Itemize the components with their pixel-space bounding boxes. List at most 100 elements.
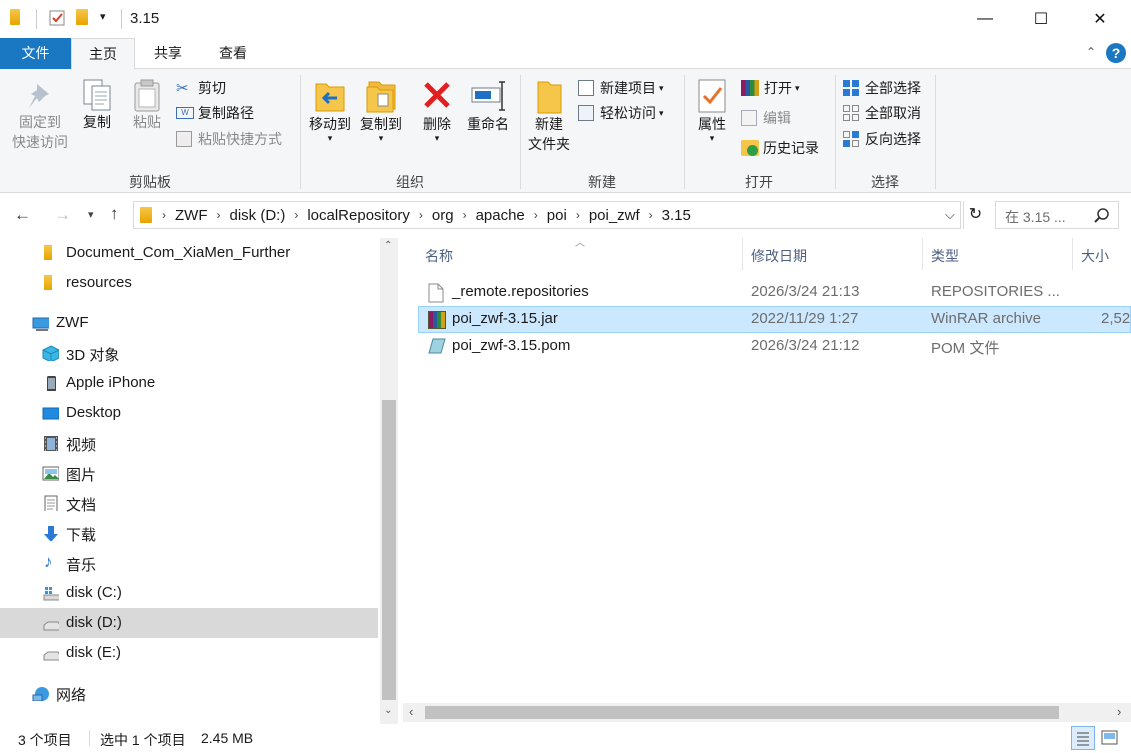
column-header-type[interactable]: 类型 (931, 246, 959, 266)
breadcrumb-item[interactable]: ZWF (175, 207, 207, 224)
copy-icon (83, 79, 111, 111)
horizontal-scrollbar[interactable]: ‹ › (403, 703, 1131, 722)
nav-item-this-pc[interactable]: ZWF (0, 308, 378, 338)
breadcrumb-item[interactable]: apache (476, 207, 525, 224)
nav-item-downloads[interactable]: 下载 (0, 518, 378, 548)
scroll-left-icon[interactable]: ‹ (409, 704, 413, 719)
properties-quick-icon[interactable] (48, 9, 65, 27)
file-row[interactable]: poi_zwf-3.15.pom 2026/3/24 21:12 POM 文件 (418, 333, 1131, 360)
tab-home[interactable]: 主页 (71, 38, 135, 70)
nav-item-3d-objects[interactable]: 3D 对象 (0, 338, 378, 368)
easy-access-button[interactable]: 轻松访问 ▾ (578, 101, 664, 125)
breadcrumb-item[interactable]: poi_zwf (589, 207, 640, 224)
copy-path-icon: W (176, 107, 194, 119)
file-row-selected[interactable]: poi_zwf-3.15.jar 2022/11/29 1:27 WinRAR … (418, 306, 1131, 333)
nav-item-resources[interactable]: resources (0, 268, 378, 298)
refresh-icon[interactable]: ↻ (963, 201, 987, 229)
select-none-button[interactable]: 全部取消 (843, 101, 921, 125)
new-item-button[interactable]: 新建项目 ▾ (578, 76, 664, 100)
nav-item-disk-c[interactable]: disk (C:) (0, 578, 378, 608)
pin-quick-access-button[interactable]: 固定到 快速访问 (8, 80, 72, 152)
column-header-date[interactable]: 修改日期 (751, 246, 807, 266)
nav-item-document-com[interactable]: Document_Com_XiaMen_Further (0, 238, 378, 268)
details-view-icon[interactable] (1071, 726, 1095, 750)
history-button[interactable]: 历史记录 (741, 136, 819, 160)
address-dropdown-chevron-icon[interactable]: ⌵ (945, 207, 955, 223)
new-item-label: 新建项目 (600, 80, 656, 96)
window-title: 3.15 (130, 10, 160, 27)
open-button[interactable]: 打开 ▾ (741, 76, 800, 100)
winrar-icon (741, 80, 759, 96)
new-folder-quick-icon[interactable] (76, 9, 92, 27)
breadcrumb-item[interactable]: org (432, 207, 454, 224)
new-folder-button[interactable]: 新建 文件夹 (524, 78, 574, 154)
edit-button[interactable]: 编辑 (741, 106, 791, 130)
column-header-name[interactable]: 名称 (425, 246, 453, 266)
column-divider[interactable] (1072, 238, 1073, 270)
breadcrumb-item[interactable]: disk (D:) (229, 207, 285, 224)
paste-button[interactable]: 粘贴 (126, 78, 168, 132)
customize-quick-access-icon[interactable]: ▾ (100, 10, 106, 23)
column-divider[interactable] (742, 238, 743, 270)
move-to-button[interactable]: 移动到 ▾ (305, 78, 355, 143)
copy-path-button[interactable]: W 复制路径 (176, 101, 254, 125)
computer-icon (32, 317, 49, 331)
group-label-organize: 组织 (396, 174, 424, 190)
delete-button[interactable]: 删除 ▾ (417, 78, 457, 143)
close-button[interactable]: ✕ (1077, 0, 1123, 38)
breadcrumb-item[interactable]: poi (547, 207, 567, 224)
scroll-right-icon[interactable]: › (1117, 704, 1121, 719)
music-note-icon: ♪ (44, 552, 53, 571)
breadcrumb-item[interactable]: localRepository (307, 207, 410, 224)
scroll-up-icon[interactable]: ⌃ (384, 240, 392, 251)
cut-label: 剪切 (198, 80, 226, 96)
nav-item-disk-e[interactable]: disk (E:) (0, 638, 378, 668)
collapse-ribbon-icon[interactable]: ⌃ (1086, 45, 1096, 59)
nav-item-pictures[interactable]: 图片 (0, 458, 378, 488)
3d-objects-icon (42, 345, 59, 361)
scroll-down-icon[interactable]: ⌄ (384, 705, 392, 716)
new-folder-label: 新建 (535, 116, 563, 132)
large-icons-view-icon[interactable] (1100, 728, 1120, 748)
nav-item-documents[interactable]: 文档 (0, 488, 378, 518)
recent-locations-chevron-icon[interactable]: ▾ (88, 208, 94, 221)
nav-item-apple-iphone[interactable]: Apple iPhone (0, 368, 378, 398)
select-all-button[interactable]: 全部选择 (843, 76, 921, 100)
forward-arrow-icon[interactable]: → (54, 205, 71, 225)
group-separator (935, 75, 936, 189)
tab-share[interactable]: 共享 (137, 38, 199, 69)
maximize-button[interactable]: ☐ (1018, 0, 1064, 38)
pin-label-2: 快速访问 (12, 134, 68, 150)
column-header-size[interactable]: 大小 (1081, 246, 1109, 266)
cut-button[interactable]: ✂ 剪切 (176, 76, 226, 100)
search-input[interactable]: 在 3.15 ... (995, 201, 1119, 229)
nav-scrollbar-thumb[interactable] (382, 400, 396, 700)
back-arrow-icon[interactable]: ← (14, 205, 31, 225)
divider (36, 9, 37, 29)
copy-to-button[interactable]: 复制到 ▾ (356, 78, 406, 143)
sort-ascending-icon: ︿ (575, 238, 585, 249)
copy-folder-icon (366, 81, 396, 113)
nav-item-network[interactable]: 网络 (0, 678, 378, 708)
copy-button[interactable]: 复制 (76, 78, 118, 132)
rename-button[interactable]: 重命名 (462, 78, 514, 134)
breadcrumb-item[interactable]: 3.15 (662, 207, 691, 224)
properties-button[interactable]: 属性 ▾ (690, 78, 734, 143)
invert-selection-button[interactable]: 反向选择 (843, 127, 921, 151)
nav-scrollbar[interactable]: ⌃ ⌄ (380, 238, 398, 724)
nav-label: disk (E:) (66, 644, 122, 661)
paste-shortcut-button[interactable]: 粘贴快捷方式 (176, 127, 282, 151)
tab-file[interactable]: 文件 (0, 38, 71, 69)
up-arrow-icon[interactable]: ↑ (110, 204, 119, 224)
select-none-icon (843, 105, 859, 121)
nav-item-disk-d[interactable]: disk (D:) (0, 608, 378, 638)
help-icon[interactable]: ? (1106, 43, 1126, 63)
file-row[interactable]: _remote.repositories 2026/3/24 21:13 REP… (418, 279, 1131, 306)
tab-view[interactable]: 查看 (202, 38, 264, 69)
minimize-button[interactable]: — (962, 0, 1008, 38)
horizontal-scrollbar-thumb[interactable] (425, 706, 1059, 719)
nav-item-music[interactable]: ♪ 音乐 (0, 548, 378, 578)
nav-item-videos[interactable]: 视频 (0, 428, 378, 458)
column-divider[interactable] (922, 238, 923, 270)
nav-item-desktop[interactable]: Desktop (0, 398, 378, 428)
